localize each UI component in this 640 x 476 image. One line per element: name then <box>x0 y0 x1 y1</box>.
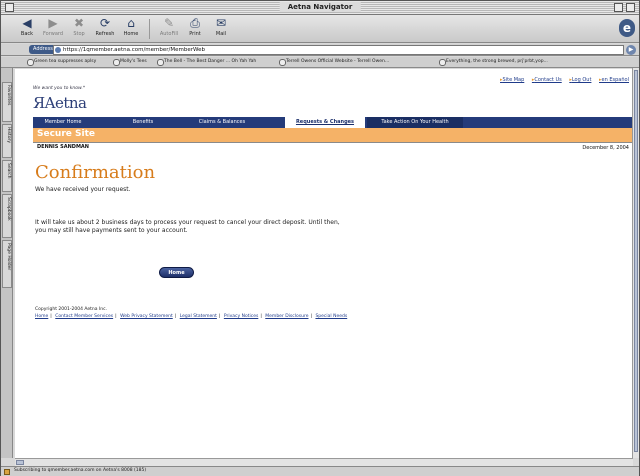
favorite-link[interactable]: Molly's Tees <box>113 59 147 66</box>
forward-button[interactable]: ▶ Forward <box>41 17 65 41</box>
address-url: https://1qmember.aetna.com/member/Member… <box>63 47 206 53</box>
footer-link-special-needs[interactable]: Special Needs <box>315 314 347 319</box>
horizontal-scrollbar[interactable] <box>15 458 633 466</box>
browser-window: Aetna Navigator ◀ Back ▶ Forward ✖ Stop … <box>0 0 640 476</box>
member-name: DENNIS SANDMAN <box>37 144 89 150</box>
favorites-bar: Green tea suppresses aplsy Molly's Tees … <box>1 57 639 68</box>
page-title: Confirmation <box>35 162 156 183</box>
back-button[interactable]: ◀ Back <box>15 17 39 41</box>
footer-link-privacy-notices[interactable]: Privacy Notices <box>224 314 258 319</box>
window-title: Aetna Navigator <box>279 2 361 12</box>
explorer-side-tabs: Favorites History Search Scrapbook Page … <box>1 68 13 458</box>
tagline: We want you to know.* <box>33 86 86 91</box>
secure-site-label: Secure Site <box>37 129 95 139</box>
aetna-logo[interactable]: ЯAetna <box>33 94 87 112</box>
address-bar: Address https://1qmember.aetna.com/membe… <box>1 44 639 56</box>
site-map-link[interactable]: Site Map <box>500 77 524 83</box>
go-button[interactable]: ▶ <box>626 45 636 55</box>
copyright: Copyright 2001-2004 Aetna Inc. <box>35 307 108 312</box>
autofill-icon: ✎ <box>163 16 175 30</box>
favorite-link[interactable]: Everything, the strong brewed, prj'prbt,… <box>439 59 548 66</box>
side-tab-scrapbook[interactable]: Scrapbook <box>2 194 12 238</box>
log-out-link[interactable]: Log Out <box>569 77 591 83</box>
footer-link-home[interactable]: Home <box>35 314 48 319</box>
footer-link-disclosure[interactable]: Member Disclosure <box>265 314 308 319</box>
side-tab-search[interactable]: Search <box>2 160 12 192</box>
footer-link-contact[interactable]: Contact Member Services <box>55 314 113 319</box>
confirmation-message: We have received your request. <box>35 186 131 193</box>
mail-button[interactable]: ✉ Mail <box>209 17 233 41</box>
collapse-box-icon[interactable] <box>626 3 635 12</box>
confirmation-detail: It will take us about 2 business days to… <box>35 219 340 234</box>
browser-logo-icon: e <box>619 19 635 37</box>
browser-toolbar: ◀ Back ▶ Forward ✖ Stop ⟳ Refresh ⌂ Home… <box>1 15 639 43</box>
nav-member-home[interactable]: Member Home <box>33 117 93 128</box>
print-icon: ⎙ <box>190 16 200 30</box>
nav-benefits[interactable]: Benefits <box>113 117 173 128</box>
home-toolbar-button[interactable]: ⌂ Home <box>119 17 143 41</box>
side-tab-page-holder[interactable]: Page Holder <box>2 240 12 288</box>
zoom-box-icon[interactable] <box>614 3 623 12</box>
title-bar[interactable]: Aetna Navigator <box>1 1 639 15</box>
nav-claims-balances[interactable]: Claims & Balances <box>183 117 261 128</box>
status-text: Subscribing to qmember.aetna.com on Aetn… <box>14 468 147 473</box>
stop-icon: ✖ <box>73 16 85 30</box>
mail-icon: ✉ <box>215 16 227 30</box>
espanol-link[interactable]: en Español <box>599 77 629 83</box>
logo-mark-icon: Я <box>33 94 45 112</box>
lock-icon <box>4 469 10 475</box>
vertical-scroll-thumb[interactable] <box>634 70 638 452</box>
print-button[interactable]: ⎙ Print <box>183 17 207 41</box>
toolbar-divider <box>149 19 150 39</box>
main-navigation: Member Home Benefits Claims & Balances R… <box>33 117 633 128</box>
footer-link-legal[interactable]: Legal Statement <box>180 314 217 319</box>
favorite-link[interactable]: The Bell - The Best Danger ... Oh Yah Ya… <box>157 59 256 66</box>
footer-link-web-privacy[interactable]: Web Privacy Statement <box>120 314 173 319</box>
user-info-bar: DENNIS SANDMAN December 8, 2004 <box>33 142 633 151</box>
home-icon: ⌂ <box>127 16 135 30</box>
utility-links: Site Map Contact Us Log Out en Español <box>494 77 629 83</box>
nav-take-action[interactable]: Take Action On Your Health <box>367 117 463 128</box>
refresh-icon: ⟳ <box>99 16 111 30</box>
nav-requests-changes[interactable]: Requests & Changes <box>285 117 365 128</box>
close-box-icon[interactable] <box>5 3 14 12</box>
page-icon <box>55 47 61 53</box>
side-tab-favorites[interactable]: Favorites <box>2 82 12 122</box>
address-input[interactable]: https://1qmember.aetna.com/member/Member… <box>53 45 624 55</box>
refresh-button[interactable]: ⟳ Refresh <box>93 17 117 41</box>
secure-site-banner: Secure Site <box>33 128 633 142</box>
stop-button[interactable]: ✖ Stop <box>67 17 91 41</box>
home-button[interactable]: Home <box>159 267 194 278</box>
favorite-link[interactable]: Green tea suppresses aplsy <box>27 59 96 66</box>
status-bar: Subscribing to qmember.aetna.com on Aetn… <box>1 466 639 476</box>
footer-links: Home | Contact Member Services | Web Priva… <box>35 314 348 319</box>
horizontal-scroll-thumb[interactable] <box>16 460 24 465</box>
vertical-scrollbar[interactable] <box>632 68 639 458</box>
autofill-button[interactable]: ✎ AutoFill <box>157 17 181 41</box>
forward-arrow-icon: ▶ <box>48 16 58 30</box>
side-tab-history[interactable]: History <box>2 124 12 158</box>
back-arrow-icon: ◀ <box>22 16 32 30</box>
favorite-link[interactable]: Terrell Owens Official Website - Terrell… <box>279 59 389 66</box>
current-date: December 8, 2004 <box>582 145 629 151</box>
web-page: Site Map Contact Us Log Out en Español W… <box>15 69 633 458</box>
contact-us-link[interactable]: Contact Us <box>532 77 562 83</box>
